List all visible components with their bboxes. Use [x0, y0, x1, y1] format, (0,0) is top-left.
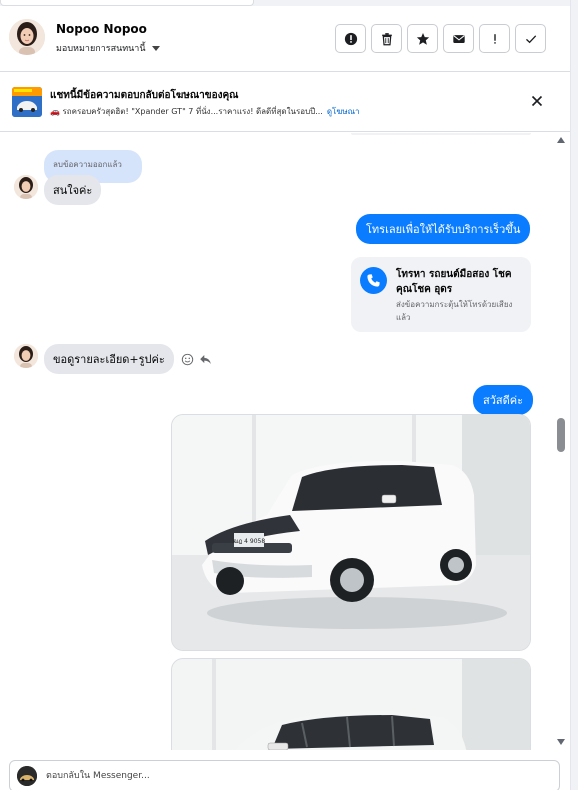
incoming-message[interactable]: สนใจค่ะ	[44, 175, 102, 205]
banner-title: แชทนี้มีข้อความตอบกลับต่อโฆษณาของคุณ	[50, 90, 239, 101]
view-ad-link[interactable]: ดูโฆษณา	[327, 107, 360, 116]
reply-icon[interactable]	[199, 353, 212, 366]
incoming-message[interactable]: ขอดูรายละเอียด+รูปค่ะ	[44, 344, 174, 374]
banner-subtitle: 🚗 รถครอบครัวสุดฮิต! "Xpander GT" 7 ที่นั…	[50, 105, 359, 118]
scrollbar-thumb[interactable]	[557, 418, 565, 452]
right-edge	[570, 0, 578, 790]
call-request-card[interactable]: โทรหา รถยนต์มือสอง โชคคุณโชค อุดร ส่งข้อ…	[351, 257, 531, 332]
delete-button[interactable]	[371, 24, 402, 53]
car-photo[interactable]	[171, 658, 531, 750]
mark-spam-icon	[344, 32, 357, 45]
reply-input[interactable]	[46, 767, 546, 785]
conversation-header: Nopoo Nopoo มอบหมายการสนทนานี้	[0, 6, 570, 72]
done-button[interactable]	[515, 24, 546, 53]
page-avatar	[17, 766, 37, 786]
done-icon	[525, 34, 536, 43]
scroll-down-arrow-icon[interactable]	[557, 739, 565, 745]
star-button[interactable]	[407, 24, 438, 53]
message-actions	[181, 353, 212, 366]
call-card-title: โทรหา รถยนต์มือสอง โชคคุณโชค อุดร	[396, 269, 512, 295]
outgoing-message[interactable]: โทรเลยเพื่อให้ได้รับบริการเร็วขึ้น	[356, 214, 531, 244]
scroll-up-arrow-icon[interactable]	[557, 137, 565, 143]
previous-card-edge	[351, 133, 531, 135]
avatar	[14, 175, 38, 199]
messenger-conversation: Nopoo Nopoo มอบหมายการสนทนานี้ แชทนี้มีข…	[0, 0, 578, 790]
mark-unread-icon	[452, 34, 465, 43]
contact-name[interactable]: Nopoo Nopoo	[56, 22, 147, 36]
conversation-actions	[335, 24, 546, 53]
avatar[interactable]	[9, 19, 45, 55]
delete-icon	[381, 32, 392, 45]
car-photo[interactable]: ฒฎ 4 9058	[171, 414, 531, 651]
follow-up-icon	[493, 33, 496, 44]
close-icon[interactable]	[530, 94, 544, 108]
composer-area	[0, 750, 570, 790]
ad-description: 🚗 รถครอบครัวสุดฮิต! "Xpander GT" 7 ที่นั…	[50, 107, 323, 116]
follow-up-button[interactable]	[479, 24, 510, 53]
phone-icon	[360, 267, 387, 294]
license-plate: ฒฎ 4 9058	[233, 538, 266, 545]
assign-label: มอบหมายการสนทนานี้	[56, 44, 146, 54]
avatar	[14, 344, 38, 368]
message-thread[interactable]: ลบข้อความออกแล้ว สนใจค่ะ โทรเลยเพื่อให้ไ…	[0, 133, 570, 750]
ad-reply-banner: แชทนี้มีข้อความตอบกลับต่อโฆษณาของคุณ 🚗 ร…	[0, 72, 570, 132]
reply-box[interactable]	[9, 760, 560, 790]
chevron-down-icon	[151, 45, 160, 51]
ad-thumbnail[interactable]	[12, 87, 42, 117]
star-icon	[416, 32, 429, 45]
call-card-subtitle: ส่งข้อความกระตุ้นให้โทรด้วยเสียงแล้ว	[396, 300, 513, 322]
assign-conversation-dropdown[interactable]: มอบหมายการสนทนานี้	[56, 41, 160, 55]
outgoing-message[interactable]: สวัสดีค่ะ	[473, 385, 534, 415]
emoji-react-icon[interactable]	[181, 353, 194, 366]
mark-unread-button[interactable]	[443, 24, 474, 53]
mark-spam-button[interactable]	[335, 24, 366, 53]
